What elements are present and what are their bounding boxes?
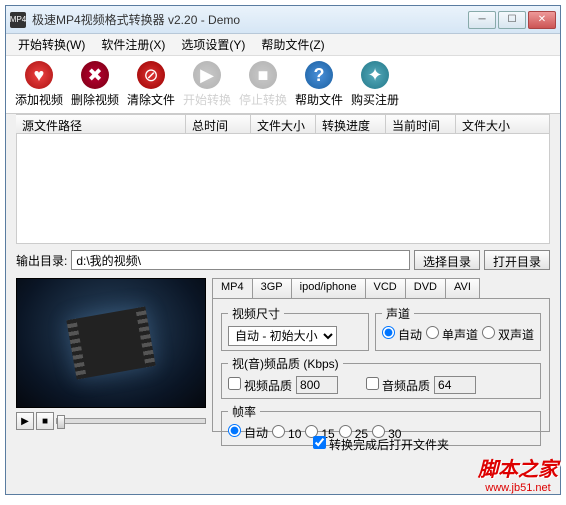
col-file-size[interactable]: 文件大小 [251,115,316,133]
clear-files-icon: ⊘ [137,61,165,89]
bottom-area: ▶ ■ MP4 3GP ipod/iphone VCD DVD AVI 视频尺寸 [16,278,550,494]
file-table-header: 源文件路径 总时间 文件大小 转换进度 当前时间 文件大小 [16,114,550,134]
minimize-button[interactable]: ─ [468,11,496,29]
film-reel-icon [66,307,155,380]
stop-convert-icon: ■ [249,61,277,89]
select-dir-button[interactable]: 选择目录 [414,250,480,270]
titlebar[interactable]: MP4 极速MP4视频格式转换器 v2.20 - Demo ─ ☐ ✕ [6,6,560,34]
output-row: 输出目录: 选择目录 打开目录 [16,250,550,270]
help-button[interactable]: ? 帮助文件 [294,59,344,111]
maximize-button[interactable]: ☐ [498,11,526,29]
open-dir-button[interactable]: 打开目录 [484,250,550,270]
menu-help[interactable]: 帮助文件(Z) [255,34,330,55]
clear-files-label: 清除文件 [127,91,175,108]
start-convert-icon: ▶ [193,61,221,89]
fps-auto[interactable]: 自动 [228,424,268,441]
quality-legend: 视(音)频品质 (Kbps) [228,355,343,372]
menu-register[interactable]: 软件注册(X) [95,34,171,55]
help-label: 帮助文件 [295,91,343,108]
col-source-path[interactable]: 源文件路径 [16,115,186,133]
col-progress[interactable]: 转换进度 [316,115,386,133]
fps-10[interactable]: 10 [272,425,301,441]
video-size-select[interactable]: 自动 - 初始大小 [228,326,337,346]
tab-mp4[interactable]: MP4 [212,278,253,298]
col-current-time[interactable]: 当前时间 [386,115,456,133]
tab-avi[interactable]: AVI [445,278,480,298]
tab-ipod[interactable]: ipod/iphone [291,278,366,298]
channel-mono[interactable]: 单声道 [426,326,478,343]
help-icon: ? [305,61,333,89]
app-window: MP4 极速MP4视频格式转换器 v2.20 - Demo ─ ☐ ✕ 开始转换… [5,5,561,495]
add-video-button[interactable]: ♥ 添加视频 [14,59,64,111]
quality-fieldset: 视(音)频品质 (Kbps) 视频品质 音频品质 [221,355,541,399]
menu-start-convert[interactable]: 开始转换(W) [12,34,91,55]
window-title: 极速MP4视频格式转换器 v2.20 - Demo [32,11,468,28]
app-icon: MP4 [10,12,26,28]
audio-quality-check[interactable]: 音频品质 [366,377,430,394]
preview-controls: ▶ ■ [16,412,206,430]
channel-stereo[interactable]: 双声道 [482,326,534,343]
tab-3gp[interactable]: 3GP [252,278,292,298]
channel-legend: 声道 [382,305,414,322]
slider-thumb[interactable] [57,415,65,429]
start-convert-button: ▶ 开始转换 [182,59,232,111]
preview-play-button[interactable]: ▶ [16,412,34,430]
video-size-legend: 视频尺寸 [228,305,284,322]
channel-auto[interactable]: 自动 [382,326,422,343]
open-after-checkbox[interactable]: 转换完成后打开文件夹 [313,436,449,453]
preview-image [16,278,206,408]
add-video-label: 添加视频 [15,91,63,108]
settings-panel: MP4 3GP ipod/iphone VCD DVD AVI 视频尺寸 自动 … [212,278,550,494]
col-total-time[interactable]: 总时间 [186,115,251,133]
stop-convert-button: ■ 停止转换 [238,59,288,111]
col-out-size[interactable]: 文件大小 [456,115,550,133]
close-button[interactable]: ✕ [528,11,556,29]
tab-dvd[interactable]: DVD [405,278,446,298]
output-label: 输出目录: [16,252,67,269]
video-quality-check[interactable]: 视频品质 [228,377,292,394]
start-convert-label: 开始转换 [183,91,231,108]
clear-files-button[interactable]: ⊘ 清除文件 [126,59,176,111]
preview-panel: ▶ ■ [16,278,206,494]
audio-quality-input[interactable] [434,376,476,394]
video-quality-input[interactable] [296,376,338,394]
preview-slider[interactable] [56,418,206,424]
channel-fieldset: 声道 自动 单声道 双声道 [375,305,541,351]
video-size-fieldset: 视频尺寸 自动 - 初始大小 [221,305,369,351]
delete-video-icon: ✖ [81,61,109,89]
menu-options[interactable]: 选项设置(Y) [175,34,251,55]
output-path-input[interactable] [71,250,410,270]
fps-legend: 帧率 [228,403,260,420]
preview-stop-button[interactable]: ■ [36,412,54,430]
delete-video-button[interactable]: ✖ 删除视频 [70,59,120,111]
window-controls: ─ ☐ ✕ [468,11,556,29]
file-table-body[interactable] [16,134,550,244]
delete-video-label: 删除视频 [71,91,119,108]
stop-convert-label: 停止转换 [239,91,287,108]
settings-body: 视频尺寸 自动 - 初始大小 声道 自动 单声道 双声道 [212,298,550,432]
buy-register-label: 购买注册 [351,91,399,108]
buy-register-icon: ✦ [361,61,389,89]
menu-bar: 开始转换(W) 软件注册(X) 选项设置(Y) 帮助文件(Z) [6,34,560,56]
buy-register-button[interactable]: ✦ 购买注册 [350,59,400,111]
format-tabs: MP4 3GP ipod/iphone VCD DVD AVI [212,278,550,298]
add-video-icon: ♥ [25,61,53,89]
tab-vcd[interactable]: VCD [365,278,406,298]
toolbar: ♥ 添加视频 ✖ 删除视频 ⊘ 清除文件 ▶ 开始转换 ■ 停止转换 ? 帮助文… [6,56,560,114]
